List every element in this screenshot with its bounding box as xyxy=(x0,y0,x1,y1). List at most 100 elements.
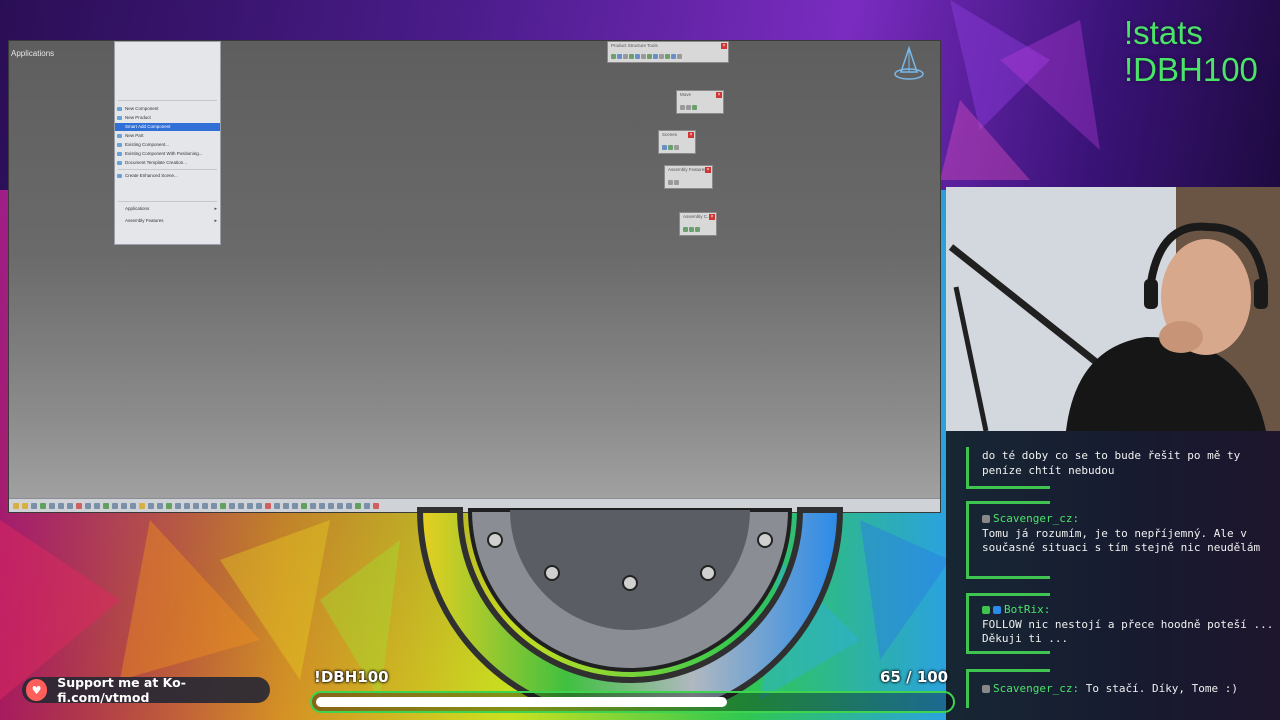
scene-icon[interactable] xyxy=(662,145,667,150)
toolbar-icon[interactable] xyxy=(175,502,181,509)
toolbar-icon[interactable] xyxy=(76,502,82,509)
toolbar-icon[interactable] xyxy=(103,502,109,509)
constraint-icon[interactable] xyxy=(689,227,694,232)
toolbar-icon[interactable] xyxy=(67,502,73,509)
menu-item-existing-component-positioning[interactable]: Existing Component With Positioning... xyxy=(115,150,220,158)
toolbar-icon[interactable] xyxy=(31,502,37,509)
scene-icon[interactable] xyxy=(674,145,679,150)
toolbar-icon[interactable] xyxy=(265,502,271,509)
toolbar-icon[interactable] xyxy=(337,502,343,509)
menu-item-existing-component[interactable]: Existing Component... xyxy=(115,141,220,149)
chat-message-text: Tomu já rozumím, je to nepříjemný. Ale v… xyxy=(982,526,1261,555)
menu-disabled-item xyxy=(115,86,220,94)
toolbar-product-structure-tools[interactable]: Product Structure Tools × xyxy=(607,41,729,63)
toolbar-icon[interactable] xyxy=(229,502,235,509)
menu-separator xyxy=(118,169,217,170)
toolbar-icon[interactable] xyxy=(247,502,253,509)
toolbar-icon[interactable] xyxy=(328,502,334,509)
toolbar-icon[interactable] xyxy=(238,502,244,509)
compass-icon[interactable] xyxy=(889,44,929,84)
chat-username[interactable]: BotRix: xyxy=(1004,603,1050,616)
chat-username[interactable]: Scavenger_cz: xyxy=(993,512,1079,525)
close-icon[interactable]: × xyxy=(705,167,711,173)
scene-icon[interactable] xyxy=(668,145,673,150)
feature-icon[interactable] xyxy=(668,180,673,185)
goal-command-text: !DBH100 xyxy=(1124,51,1258,88)
menu-item-applications[interactable]: Applications ▸ xyxy=(115,205,220,213)
toolbar-icon[interactable] xyxy=(373,502,379,509)
toolbar-scenes[interactable]: Scenes × xyxy=(658,130,696,154)
close-icon[interactable]: × xyxy=(716,92,722,98)
tool-icon[interactable] xyxy=(647,54,652,59)
toolbar-icon[interactable] xyxy=(292,502,298,509)
toolbar-icon[interactable] xyxy=(166,502,172,509)
tool-icon[interactable] xyxy=(653,54,658,59)
toolbar-icon[interactable] xyxy=(13,502,19,509)
toolbar-icon[interactable] xyxy=(274,502,280,509)
toolbar-icon[interactable] xyxy=(184,502,190,509)
toolbar-icon[interactable] xyxy=(211,502,217,509)
menu-separator xyxy=(118,201,217,202)
tool-icon[interactable] xyxy=(635,54,640,59)
constraint-icon[interactable] xyxy=(695,227,700,232)
tool-icon[interactable] xyxy=(665,54,670,59)
menu-item-new-product[interactable]: New Product xyxy=(115,114,220,122)
tool-icon[interactable] xyxy=(611,54,616,59)
toolbar-icon[interactable] xyxy=(346,502,352,509)
toolbar-icon[interactable] xyxy=(85,502,91,509)
toolbar-assembly-features[interactable]: Assembly Features × xyxy=(664,165,713,189)
toolbar-icon[interactable] xyxy=(310,502,316,509)
stats-command-text: !stats xyxy=(1124,14,1203,51)
tool-icon[interactable] xyxy=(659,54,664,59)
menu-item-new-component[interactable]: New Component xyxy=(115,105,220,113)
toolbar-icon[interactable] xyxy=(157,502,163,509)
tool-icon[interactable] xyxy=(641,54,646,59)
menu-item-new-part[interactable]: New Part xyxy=(115,132,220,140)
toolbar-icon[interactable] xyxy=(22,502,28,509)
tool-icon[interactable] xyxy=(677,54,682,59)
tool-icon[interactable] xyxy=(629,54,634,59)
menu-item-assembly-features[interactable]: Assembly Features ▸ xyxy=(115,217,220,225)
toolbar-icon[interactable] xyxy=(220,502,226,509)
tool-icon[interactable] xyxy=(671,54,676,59)
toolbar-icon[interactable] xyxy=(355,502,361,509)
toolbar-icon[interactable] xyxy=(148,502,154,509)
insert-context-menu[interactable]: New Component New Product Smart Add Comp… xyxy=(114,41,221,245)
toolbar-icon[interactable] xyxy=(49,502,55,509)
menu-item-document-template[interactable]: Document Template Creation... xyxy=(115,159,220,167)
feature-icon[interactable] xyxy=(674,180,679,185)
part-icon xyxy=(117,134,122,138)
tool-icon[interactable] xyxy=(617,54,622,59)
toolbar-title: Scenes xyxy=(662,132,678,137)
tool-icon[interactable] xyxy=(623,54,628,59)
kofi-banner[interactable]: ♥ Support me at Ko-fi.com/vtmod xyxy=(22,675,270,705)
close-icon[interactable]: × xyxy=(721,43,727,49)
move-icon[interactable] xyxy=(692,105,697,110)
toolbar-icon[interactable] xyxy=(364,502,370,509)
menu-item-label: New Component xyxy=(125,106,159,111)
toolbar-icon[interactable] xyxy=(139,502,145,509)
move-icon[interactable] xyxy=(680,105,685,110)
toolbar-icon[interactable] xyxy=(112,502,118,509)
menu-item-create-enhanced-scene[interactable]: Create Enhanced Scene... xyxy=(115,172,220,180)
move-icon[interactable] xyxy=(686,105,691,110)
toolbar-icon[interactable] xyxy=(283,502,289,509)
toolbar-icon[interactable] xyxy=(256,502,262,509)
chat-username[interactable]: Scavenger_cz: xyxy=(993,682,1079,695)
constraint-icon[interactable] xyxy=(683,227,688,232)
toolbar-icon[interactable] xyxy=(202,502,208,509)
menu-item-smart-add-component[interactable]: Smart Add Component xyxy=(115,123,220,131)
toolbar-icon[interactable] xyxy=(40,502,46,509)
toolbar-icon[interactable] xyxy=(130,502,136,509)
toolbar-icon[interactable] xyxy=(319,502,325,509)
toolbar-icon[interactable] xyxy=(193,502,199,509)
toolbar-icon[interactable] xyxy=(58,502,64,509)
menu-item-label: Create Enhanced Scene... xyxy=(125,173,178,178)
close-icon[interactable]: × xyxy=(709,214,715,220)
toolbar-assembly-constraints[interactable]: Assembly C... × xyxy=(679,212,717,236)
close-icon[interactable]: × xyxy=(688,132,694,138)
toolbar-icon[interactable] xyxy=(94,502,100,509)
toolbar-icon[interactable] xyxy=(121,502,127,509)
toolbar-icon[interactable] xyxy=(301,502,307,509)
toolbar-move[interactable]: Move × xyxy=(676,90,724,114)
